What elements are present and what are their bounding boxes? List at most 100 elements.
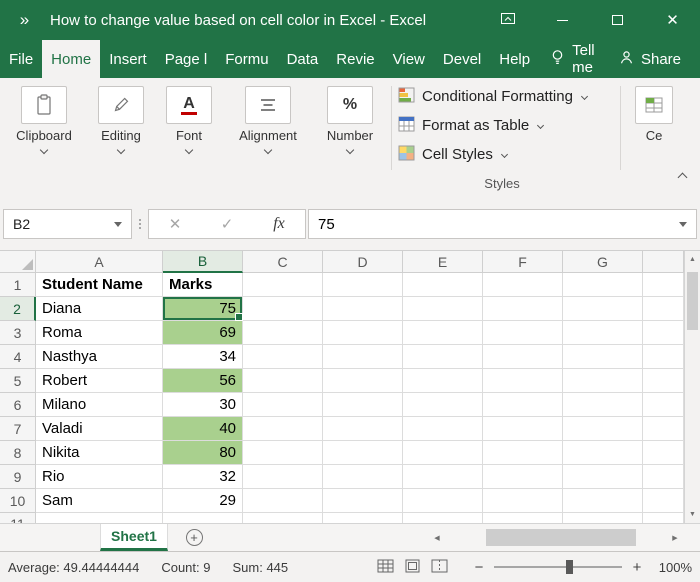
- cell-E3[interactable]: [403, 321, 483, 345]
- cell-H3[interactable]: [643, 321, 684, 345]
- cell-A11[interactable]: [36, 513, 163, 523]
- cell-B1[interactable]: Marks: [163, 273, 243, 297]
- col-header-G[interactable]: G: [563, 251, 643, 273]
- cell-D8[interactable]: [323, 441, 403, 465]
- cell-H7[interactable]: [643, 417, 684, 441]
- cell-B10[interactable]: 29: [163, 489, 243, 513]
- cell-A1[interactable]: Student Name: [36, 273, 163, 297]
- row-header-4[interactable]: 4: [0, 345, 36, 369]
- cell-G1[interactable]: [563, 273, 643, 297]
- cell-E6[interactable]: [403, 393, 483, 417]
- cell-D3[interactable]: [323, 321, 403, 345]
- select-all-corner[interactable]: [0, 251, 36, 273]
- quick-access-icon[interactable]: »: [0, 10, 50, 30]
- ribbon-tab-file[interactable]: File: [0, 40, 42, 78]
- cell-A8[interactable]: Nikita: [36, 441, 163, 465]
- cell-A6[interactable]: Milano: [36, 393, 163, 417]
- maximize-button[interactable]: [590, 0, 645, 40]
- row-header-8[interactable]: 8: [0, 441, 36, 465]
- cell-F8[interactable]: [483, 441, 563, 465]
- zoom-level[interactable]: 100%: [654, 560, 692, 575]
- new-sheet-button[interactable]: +: [168, 524, 220, 551]
- cell-G11[interactable]: [563, 513, 643, 523]
- cell-F1[interactable]: [483, 273, 563, 297]
- cell-E10[interactable]: [403, 489, 483, 513]
- cell-C1[interactable]: [243, 273, 323, 297]
- cell-D11[interactable]: [323, 513, 403, 523]
- share-button[interactable]: Share: [608, 50, 692, 69]
- row-header-10[interactable]: 10: [0, 489, 36, 513]
- scroll-right-icon[interactable]: ▶: [666, 534, 684, 542]
- cell-B5[interactable]: 56: [163, 369, 243, 393]
- cell-A2[interactable]: Diana: [36, 297, 163, 321]
- cell-G5[interactable]: [563, 369, 643, 393]
- font-group-button[interactable]: A Font: [159, 86, 219, 153]
- cell-E11[interactable]: [403, 513, 483, 523]
- insert-function-button[interactable]: fx: [259, 215, 299, 233]
- cell-H1[interactable]: [643, 273, 684, 297]
- cell-B7[interactable]: 40: [163, 417, 243, 441]
- conditional-formatting-button[interactable]: Conditional Formatting: [398, 82, 587, 111]
- scroll-left-icon[interactable]: ◀: [428, 534, 446, 542]
- ribbon-tab-page-layout[interactable]: Page l: [156, 40, 217, 78]
- page-layout-view-icon[interactable]: [404, 559, 421, 576]
- cell-E2[interactable]: [403, 297, 483, 321]
- horizontal-scroll-thumb[interactable]: [486, 529, 636, 546]
- cell-A4[interactable]: Nasthya: [36, 345, 163, 369]
- vertical-scroll-thumb[interactable]: [687, 272, 698, 330]
- cell-G7[interactable]: [563, 417, 643, 441]
- cell-A3[interactable]: Roma: [36, 321, 163, 345]
- cell-H5[interactable]: [643, 369, 684, 393]
- cell-F6[interactable]: [483, 393, 563, 417]
- cell-C3[interactable]: [243, 321, 323, 345]
- cell-A7[interactable]: Valadi: [36, 417, 163, 441]
- expand-formula-bar-icon[interactable]: [679, 222, 687, 227]
- cell-G4[interactable]: [563, 345, 643, 369]
- col-header-B[interactable]: B: [163, 251, 243, 273]
- cell-G10[interactable]: [563, 489, 643, 513]
- cell-D2[interactable]: [323, 297, 403, 321]
- collapse-ribbon-button[interactable]: [679, 168, 686, 186]
- formula-input[interactable]: 75: [308, 209, 697, 239]
- row-header-6[interactable]: 6: [0, 393, 36, 417]
- vertical-scroll-track[interactable]: [685, 268, 700, 506]
- cells-group-button[interactable]: Ce: [628, 86, 680, 142]
- cell-E1[interactable]: [403, 273, 483, 297]
- cell-B4[interactable]: 34: [163, 345, 243, 369]
- cell-E5[interactable]: [403, 369, 483, 393]
- row-header-3[interactable]: 3: [0, 321, 36, 345]
- ribbon-tab-insert[interactable]: Insert: [100, 40, 156, 78]
- sheet-tab-sheet1[interactable]: Sheet1: [100, 524, 168, 551]
- ribbon-tab-help[interactable]: Help: [490, 40, 539, 78]
- page-break-view-icon[interactable]: [431, 559, 448, 576]
- cell-H6[interactable]: [643, 393, 684, 417]
- cell-D9[interactable]: [323, 465, 403, 489]
- scroll-down-icon[interactable]: ▼: [685, 506, 700, 523]
- cell-A5[interactable]: Robert: [36, 369, 163, 393]
- cell-C11[interactable]: [243, 513, 323, 523]
- zoom-in-button[interactable]: +: [630, 559, 644, 576]
- cell-H11[interactable]: [643, 513, 684, 523]
- ribbon-tab-home[interactable]: Home: [42, 40, 100, 78]
- cell-B6[interactable]: 30: [163, 393, 243, 417]
- cell-B11[interactable]: [163, 513, 243, 523]
- cell-C9[interactable]: [243, 465, 323, 489]
- col-header-A[interactable]: A: [36, 251, 163, 273]
- row-header-5[interactable]: 5: [0, 369, 36, 393]
- cell-H10[interactable]: [643, 489, 684, 513]
- cell-D5[interactable]: [323, 369, 403, 393]
- row-header-1[interactable]: 1: [0, 273, 36, 297]
- alignment-group-button[interactable]: Alignment: [230, 86, 306, 153]
- enter-button[interactable]: ✓: [207, 215, 247, 233]
- cell-F2[interactable]: [483, 297, 563, 321]
- cell-B9[interactable]: 32: [163, 465, 243, 489]
- horizontal-scrollbar[interactable]: ◀ ▶: [428, 524, 684, 551]
- tell-me-button[interactable]: Tell me: [539, 42, 608, 76]
- cell-F11[interactable]: [483, 513, 563, 523]
- cell-C4[interactable]: [243, 345, 323, 369]
- row-header-7[interactable]: 7: [0, 417, 36, 441]
- normal-view-icon[interactable]: [377, 559, 394, 576]
- cell-G9[interactable]: [563, 465, 643, 489]
- cell-G2[interactable]: [563, 297, 643, 321]
- cell-D4[interactable]: [323, 345, 403, 369]
